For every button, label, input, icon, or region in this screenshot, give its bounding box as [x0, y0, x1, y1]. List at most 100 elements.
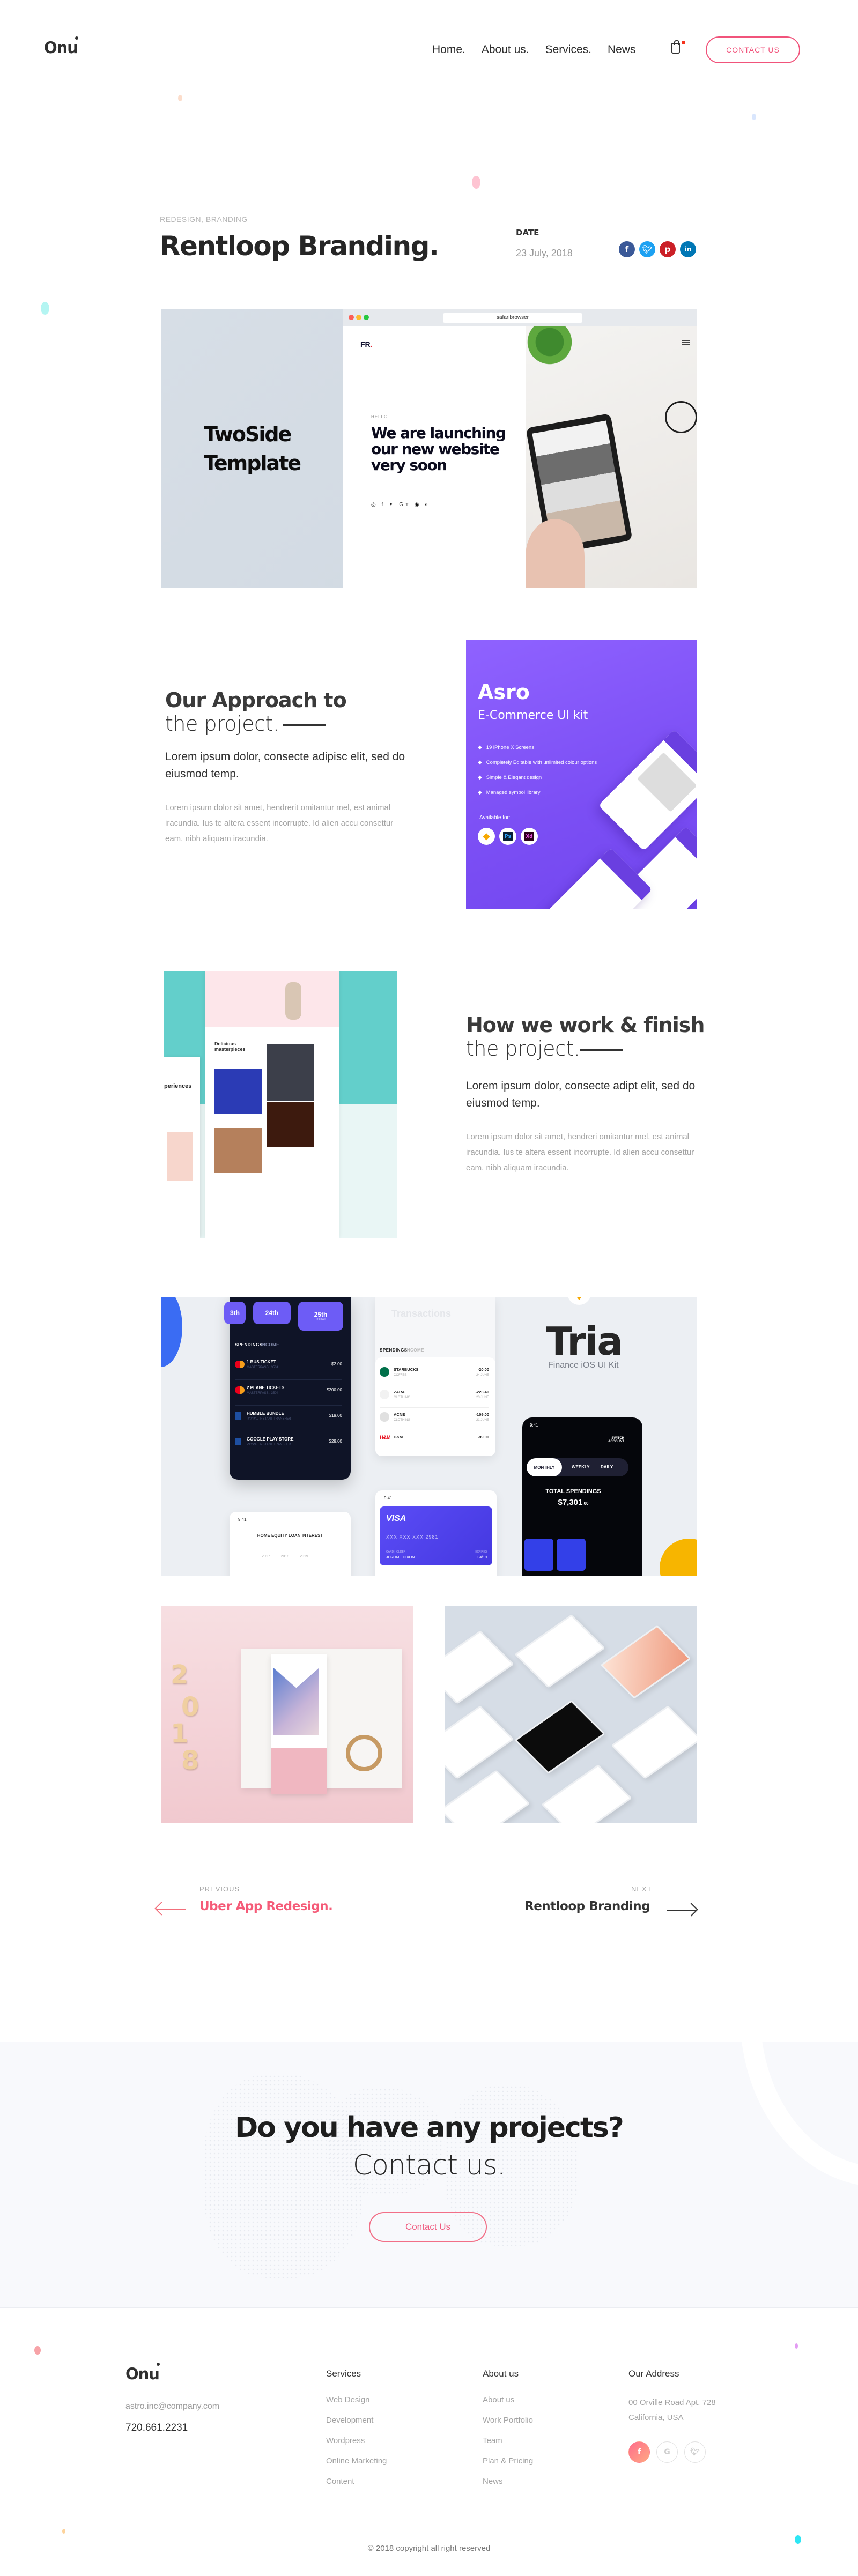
footer-about-title: About us: [483, 2369, 519, 2379]
card-phone-mockup: 9:41 VISA XXX XXX XXX 2981 CARD HOLDER J…: [375, 1490, 497, 1576]
hero-mockup-image: TwoSide Template safaribrowser FR. HELLO…: [161, 309, 697, 588]
twitter-icon[interactable]: 🐦︎: [639, 241, 655, 257]
decorative-dot: [752, 114, 756, 120]
cta-contact-button[interactable]: Contact Us: [369, 2212, 487, 2242]
footer-link[interactable]: Development: [326, 2416, 387, 2436]
sketch-icon: [567, 1297, 591, 1305]
pinterest-icon[interactable]: p: [660, 241, 676, 257]
laptops-grid-image: [445, 1606, 697, 1823]
main-nav: Home. About us. Services. News: [432, 43, 635, 56]
footer-link[interactable]: Web Design: [326, 2395, 387, 2416]
cta-subheading: Contact us.: [352, 2149, 506, 2181]
share-buttons: f 🐦︎ p in: [619, 241, 696, 257]
nav-home[interactable]: Home.: [432, 43, 465, 56]
how-we-work-heading: How we work & finish the project.: [466, 1013, 705, 1060]
previous-project-link[interactable]: Uber App Redesign.: [199, 1899, 333, 1913]
google-icon[interactable]: G: [656, 2441, 678, 2463]
footer-logo[interactable]: Onu: [125, 2363, 160, 2383]
project-tags: REDESIGN, BRANDING: [160, 215, 248, 224]
mockup-social-icons: ◎ f ✦ G+ ◉ ◐: [371, 502, 431, 508]
browser-url-bar: safaribrowser: [443, 313, 582, 323]
asro-feature-list: 19 iPhone X Screens Completely Editable …: [478, 740, 597, 800]
close-dot-icon: [349, 315, 354, 320]
glasses-image: [665, 401, 697, 433]
footer-services: Services Web Design Development Wordpres…: [326, 2369, 387, 2497]
tria-title: Tria: [546, 1319, 623, 1364]
transaction-row: HUMBLE BUNDLE PAYPAL INSTANT TRANSFER $19.…: [235, 1407, 342, 1431]
nav-about-us[interactable]: About us.: [482, 43, 529, 56]
sketch-icon: ◆: [478, 828, 495, 845]
footer-about: About us About us Work Portfolio Team Pl…: [483, 2369, 533, 2497]
footer-link[interactable]: News: [483, 2477, 533, 2497]
visa-card: VISA XXX XXX XXX 2981 CARD HOLDER JEROME…: [380, 1506, 492, 1565]
browser-mockup: safaribrowser FR. HELLO We are launching…: [343, 309, 697, 588]
phone-mockup: [542, 848, 653, 909]
plant-image: [526, 326, 579, 369]
twine-image: [346, 1735, 382, 1771]
site-logo[interactable]: Onu: [44, 36, 78, 57]
linkedin-icon[interactable]: in: [680, 241, 696, 257]
logo-dot-icon: [156, 2363, 160, 2366]
footer-link[interactable]: Online Marketing: [326, 2456, 387, 2477]
approach-lead: Lorem ipsum dolor, consecte adipisc elit…: [165, 751, 405, 780]
header-contact-button[interactable]: CONTACT US: [706, 36, 800, 63]
footer-email[interactable]: astro.inc@company.com: [125, 2402, 219, 2411]
footer-link[interactable]: Work Portfolio: [483, 2416, 533, 2436]
previous-label: PREVIOUS: [199, 1885, 240, 1893]
decorative-dot: [62, 2529, 65, 2534]
transaction-row: 1 BUS TICKET MASTERPASS.. 3504 $2.00: [235, 1355, 342, 1380]
how-we-work-lead: Lorem ipsum dolor, consecte adipt elit, …: [466, 1080, 696, 1109]
shopping-bag-icon[interactable]: [671, 40, 680, 54]
cart-notification-badge: [682, 41, 685, 44]
nav-news[interactable]: News: [608, 43, 636, 56]
arrow-right-icon[interactable]: [667, 1910, 697, 1911]
feature-item: Completely Editable with unlimited colou…: [478, 755, 597, 770]
footer-phone[interactable]: 720.661.2231: [125, 2422, 188, 2434]
feature-item: Managed symbol library: [478, 785, 597, 800]
loan-phone-mockup: 9:41 HOME EQUITY LOAN INTEREST 2017 2018…: [230, 1512, 351, 1576]
footer-link[interactable]: Content: [326, 2477, 387, 2497]
address-line: 00 Orville Road Apt. 728: [628, 2398, 716, 2407]
arrow-left-icon[interactable]: [156, 1909, 186, 1910]
website-mockup-image: periences Delicious masterpieces: [164, 971, 397, 1238]
decorative-dot: [472, 176, 480, 189]
approach-body: Lorem ipsum dolor sit amet, hendrerit om…: [165, 803, 394, 843]
maximize-dot-icon: [364, 315, 369, 320]
contact-cta-section: Do you have any projects? Contact us. Co…: [0, 2042, 858, 2308]
calendar-2018-image: 2 0 1 8: [161, 1606, 413, 1823]
footer-address-title: Our Address: [628, 2369, 679, 2379]
nav-services[interactable]: Services.: [545, 43, 591, 56]
transaction-row: ZARA CLOTHING -223.40 23 JUNE: [380, 1385, 489, 1408]
copyright: © 2018 copyright all right reserved: [367, 2544, 491, 2553]
photoshop-icon: Ps: [499, 828, 516, 845]
mockup-site-left: FR. HELLO We are launching our new websi…: [343, 326, 526, 588]
decorative-dot: [795, 2535, 801, 2544]
desk-calendar: [271, 1654, 327, 1794]
footer-link[interactable]: Plan & Pricing: [483, 2456, 533, 2477]
footer-address: Our Address 00 Orville Road Apt. 728 Cal…: [628, 2369, 716, 2463]
footer-link[interactable]: Wordpress: [326, 2436, 387, 2456]
decorative-blob: [161, 1297, 182, 1367]
mockup-headline: We are launching our new website very so…: [371, 424, 506, 474]
date-label: DATE: [516, 228, 539, 237]
approach-heading: Our Approach to the project.: [165, 688, 347, 736]
mockup-page-left: periences: [164, 1057, 200, 1238]
decorative-blob: [660, 1539, 697, 1576]
transaction-row: ACNE CLOTHING -109.00 21 JUNE: [380, 1408, 489, 1430]
next-project-link[interactable]: Rentloop Branding: [524, 1899, 650, 1913]
twitter-icon[interactable]: 🐦︎: [684, 2441, 706, 2463]
transaction-row: GOOGLE PLAY STORE PAYPAL INSTANT TRANSFER…: [235, 1432, 342, 1457]
adobe-xd-icon: Xd: [521, 828, 538, 845]
tria-finance-kit-image: Tria Finance iOS UI Kit 3th 24th 25th TOD…: [161, 1297, 697, 1576]
next-label: NEXT: [631, 1885, 652, 1893]
footer-link[interactable]: About us: [483, 2395, 533, 2416]
mockup-hello: HELLO: [371, 414, 388, 419]
asro-title: Asro: [478, 680, 530, 704]
facebook-icon[interactable]: f: [628, 2441, 650, 2463]
decorative-dot: [795, 2343, 798, 2349]
facebook-icon[interactable]: f: [619, 241, 635, 257]
footer-link[interactable]: Team: [483, 2436, 533, 2456]
mockup-photo: [526, 326, 697, 588]
dark-phone-mockup: 3th 24th 25th TODAY SPENDINGS INCOME 1 BU…: [224, 1297, 351, 1480]
transaction-row: 2 PLANE TICKETS MASTERPASS.. 3504 $200.00: [235, 1381, 342, 1406]
